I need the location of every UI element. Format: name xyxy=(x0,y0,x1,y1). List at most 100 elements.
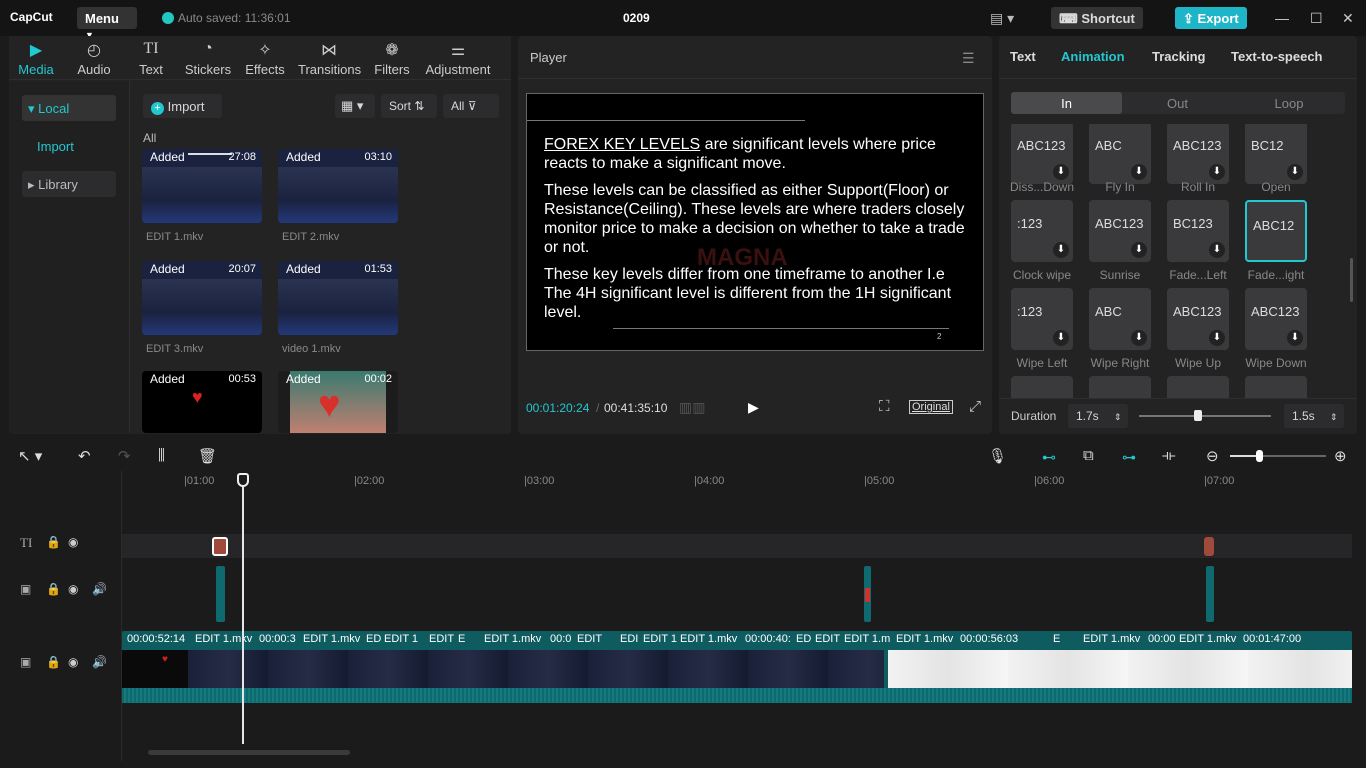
minimize-icon[interactable]: — xyxy=(1275,10,1289,26)
zoom-out-icon[interactable]: ⊖ xyxy=(1206,447,1219,465)
view-mode-button[interactable]: ▦ ▾ xyxy=(335,94,375,118)
tab-effects[interactable]: ✧ Effects xyxy=(237,40,293,77)
undo-icon[interactable]: ↶ xyxy=(78,447,91,465)
anim-open[interactable]: BC12 ⬇ xyxy=(1245,124,1307,184)
anim-fade-left[interactable]: BC123 ⬇ xyxy=(1167,200,1229,262)
overlay-clip[interactable] xyxy=(216,566,225,622)
tab-animation[interactable]: Animation xyxy=(1061,49,1125,64)
shortcut-button[interactable]: ⌨ Shortcut xyxy=(1051,7,1143,29)
play-icon[interactable]: ▶ xyxy=(748,399,759,416)
text-clip[interactable] xyxy=(212,537,228,556)
anim-wipe-left[interactable]: :123 ⬇ xyxy=(1011,288,1073,350)
media-item-heart[interactable]: ♥ Added 00:53 xyxy=(142,371,262,433)
duration-input[interactable]: 1.7s ⇕ xyxy=(1068,404,1128,428)
microphone-icon[interactable]: 🎙 xyxy=(988,447,1007,465)
lock-icon[interactable]: 🔒 xyxy=(46,655,61,669)
segment-loop[interactable]: Loop xyxy=(1233,92,1345,114)
anim-cell-partial[interactable] xyxy=(1011,376,1073,398)
anim-fade-right-selected[interactable]: ABC12 xyxy=(1245,200,1307,262)
import-button[interactable]: + Import xyxy=(143,94,222,118)
main-track-magnet-icon[interactable]: ⊷ xyxy=(1042,449,1056,466)
anim-cell-partial[interactable] xyxy=(1245,376,1307,398)
autosave-text: Auto saved: 11:36:01 xyxy=(178,11,291,25)
anim-wipe-right[interactable]: ABC ⬇ xyxy=(1089,288,1151,350)
fullscreen-icon[interactable]: ⤢ xyxy=(969,398,981,415)
playhead-handle[interactable] xyxy=(237,473,249,487)
anim-clock-wipe[interactable]: :123 ⬇ xyxy=(1011,200,1073,262)
clip-label: E xyxy=(458,633,466,645)
audio-icon[interactable]: 🔊 xyxy=(92,582,107,596)
sort-icon: ⇅ xyxy=(414,99,425,113)
lock-icon[interactable]: 🔒 xyxy=(46,582,61,596)
snap-icon[interactable]: ⧉ xyxy=(1083,447,1094,464)
media-item-video-1[interactable]: Added 01:53 xyxy=(278,261,398,335)
tab-text[interactable]: TI Text xyxy=(123,40,179,77)
sidebar-item-import[interactable]: Import xyxy=(22,133,116,159)
project-title[interactable]: 0209 xyxy=(623,11,650,25)
zoom-in-icon[interactable]: ⊕ xyxy=(1334,447,1347,465)
track-headers xyxy=(9,471,122,761)
playhead[interactable] xyxy=(242,474,244,744)
anim-cell-partial[interactable] xyxy=(1089,376,1151,398)
segment-out[interactable]: Out xyxy=(1122,92,1233,114)
time-ruler[interactable]: |01:00 |02:00 |03:00 |04:00 |05:00 |06:0… xyxy=(122,471,1366,491)
anim-wipe-down[interactable]: ABC123 ⬇ xyxy=(1245,288,1307,350)
media-item-heart-2[interactable]: ♥ Added 00:02 xyxy=(278,371,398,433)
tab-filters[interactable]: ❁ Filters xyxy=(364,40,420,77)
zoom-handle[interactable] xyxy=(1256,450,1263,462)
tab-adjustment[interactable]: ⚌ Adjustment xyxy=(422,40,494,77)
layout-icon[interactable]: ▤ ▾ xyxy=(990,10,1014,27)
tab-text-to-speech[interactable]: Text-to-speech xyxy=(1231,49,1323,64)
tab-media[interactable]: ▶ Media xyxy=(8,40,64,77)
menu-button[interactable]: Menu ▼ xyxy=(77,7,137,40)
ruler-mark: |05:00 xyxy=(864,475,895,487)
maximize-icon[interactable]: ☐ xyxy=(1310,10,1323,27)
scrollbar[interactable] xyxy=(1350,258,1353,302)
clip-label: EDIT 1 xyxy=(384,633,419,645)
anim-sunrise[interactable]: ABC123 ⬇ xyxy=(1089,200,1151,262)
player-menu-icon[interactable]: ☰ xyxy=(962,50,975,67)
audio-icon[interactable]: 🔊 xyxy=(92,655,107,669)
eye-icon[interactable]: ◉ xyxy=(68,582,78,596)
text-clip[interactable] xyxy=(1204,537,1214,556)
linkage-icon[interactable]: ⊶ xyxy=(1122,449,1136,466)
split-icon[interactable]: ⫼ xyxy=(158,447,165,464)
original-ratio-button[interactable]: Original xyxy=(909,400,953,414)
eye-icon[interactable]: ◉ xyxy=(68,655,78,669)
overlay-clip[interactable] xyxy=(1206,566,1214,622)
sidebar-item-local[interactable]: ▾ Local xyxy=(22,95,116,121)
anim-wipe-up[interactable]: ABC123 ⬇ xyxy=(1167,288,1229,350)
anim-dissolve-down[interactable]: ABC123 ⬇ xyxy=(1011,124,1073,184)
sort-button[interactable]: Sort ⇅ xyxy=(381,94,437,118)
media-item-edit-2[interactable]: Added 03:10 xyxy=(278,149,398,223)
anim-roll-in[interactable]: ABC123 ⬇ xyxy=(1167,124,1229,184)
media-item-edit-3[interactable]: Added 20:07 xyxy=(142,261,262,335)
timeline-scrollbar[interactable] xyxy=(148,750,350,755)
tab-stickers[interactable]: ◔ Stickers xyxy=(180,40,236,77)
lock-icon[interactable]: 🔒 xyxy=(46,535,61,549)
tab-transitions[interactable]: ⋈ Transitions xyxy=(298,40,361,77)
sidebar-item-library[interactable]: ▸ Library xyxy=(22,171,116,197)
slider-handle[interactable] xyxy=(1194,410,1202,421)
anim-cell-partial[interactable] xyxy=(1167,376,1229,398)
segment-in[interactable]: In xyxy=(1011,92,1122,114)
export-button[interactable]: ⇪ Export xyxy=(1175,7,1247,29)
timeline-toolbar: ↖ ▾ ↶ ↷ ⫼ 🗑 🎙 ⊷ ⧉ ⊶ ⟛ ⊖ ⊕ xyxy=(0,441,1366,471)
duration-slider[interactable] xyxy=(1139,415,1271,417)
frames-icon[interactable]: ▥▥ xyxy=(679,399,705,416)
tab-text-props[interactable]: Text xyxy=(1010,49,1036,64)
tab-tracking[interactable]: Tracking xyxy=(1152,49,1205,64)
screenshot-icon[interactable]: ⛶ xyxy=(879,398,890,415)
preview-axis-icon[interactable]: ⟛ xyxy=(1162,447,1176,464)
delete-icon[interactable]: 🗑 xyxy=(198,447,217,465)
eye-icon[interactable]: ◉ xyxy=(68,535,78,549)
close-icon[interactable]: ✕ xyxy=(1342,10,1354,27)
tab-audio[interactable]: ◴ Audio xyxy=(66,40,122,77)
media-item-edit-1[interactable]: Added 27:08 xyxy=(142,149,262,223)
duration-max-input[interactable]: 1.5s ⇕ xyxy=(1284,404,1344,428)
select-tool-icon[interactable]: ↖ ▾ xyxy=(18,447,42,465)
anim-fly-in[interactable]: ABC ⬇ xyxy=(1089,124,1151,184)
anim-label: Diss...Down xyxy=(1009,180,1074,194)
heart-icon: ♥ xyxy=(192,387,203,407)
filter-button[interactable]: All ⊽ xyxy=(443,94,499,118)
